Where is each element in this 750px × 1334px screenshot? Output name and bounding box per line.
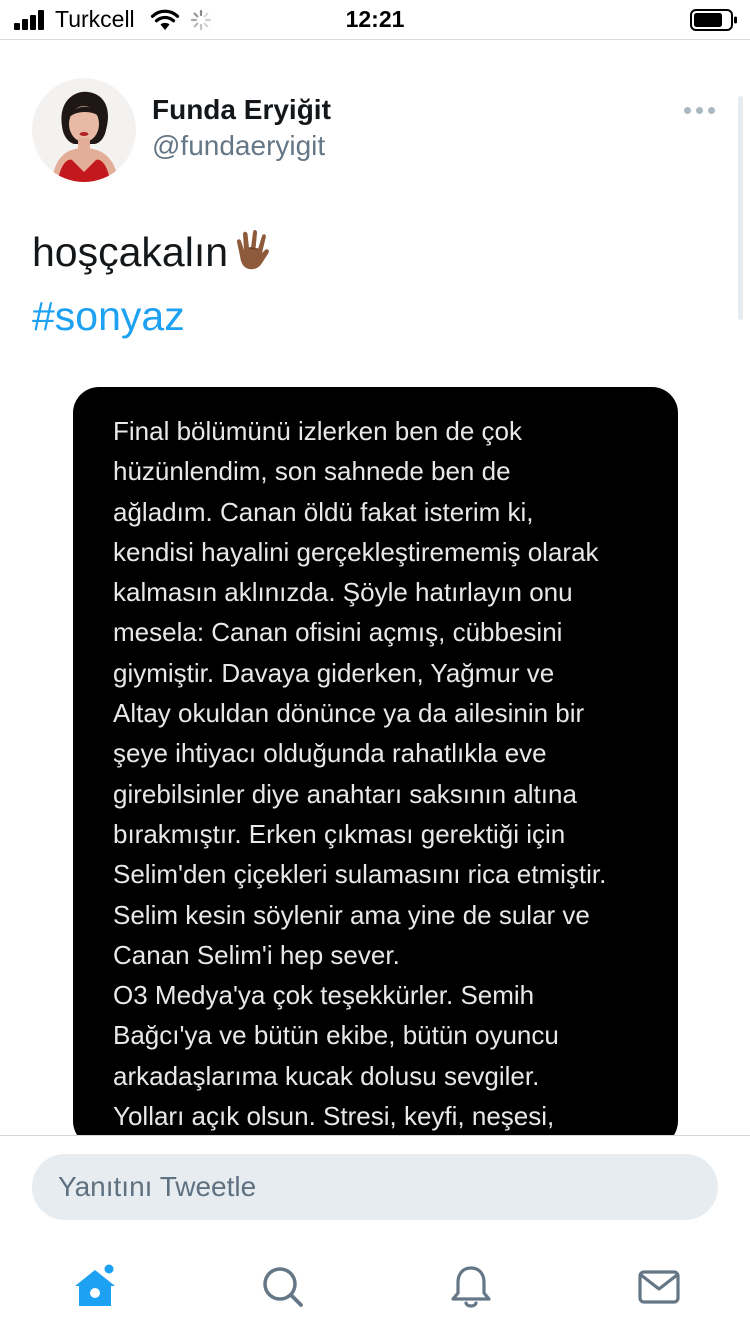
bottom-bar	[0, 1135, 750, 1334]
tab-bar	[0, 1246, 750, 1326]
author-handle[interactable]: @fundaeryigit	[152, 130, 325, 162]
mail-icon[interactable]	[634, 1262, 684, 1312]
vulcan-salute-icon	[236, 230, 269, 270]
bell-icon[interactable]	[446, 1262, 496, 1312]
status-bar: Turkcell 12:21	[0, 0, 750, 40]
home-icon[interactable]	[70, 1262, 120, 1312]
tweet-text: hoşçakalın	[32, 226, 276, 278]
avatar[interactable]	[32, 78, 136, 182]
tweet-text-content: hoşçakalın	[32, 229, 229, 275]
hashtag-link[interactable]: #sonyaz	[32, 290, 185, 342]
profile-photo	[32, 78, 136, 182]
scrollbar[interactable]	[738, 96, 743, 320]
search-icon[interactable]	[258, 1262, 308, 1312]
tweet-media-image[interactable]: Final bölümünü izlerken ben de çok hüzün…	[73, 387, 678, 1147]
media-caption-text: Final bölümünü izlerken ben de çok hüzün…	[113, 416, 607, 1132]
author-name[interactable]: Funda Eryiğit	[152, 94, 331, 126]
more-options-icon[interactable]	[684, 104, 716, 116]
status-time: 12:21	[345, 6, 405, 32]
reply-input[interactable]	[32, 1154, 718, 1220]
battery-icon	[690, 9, 737, 31]
